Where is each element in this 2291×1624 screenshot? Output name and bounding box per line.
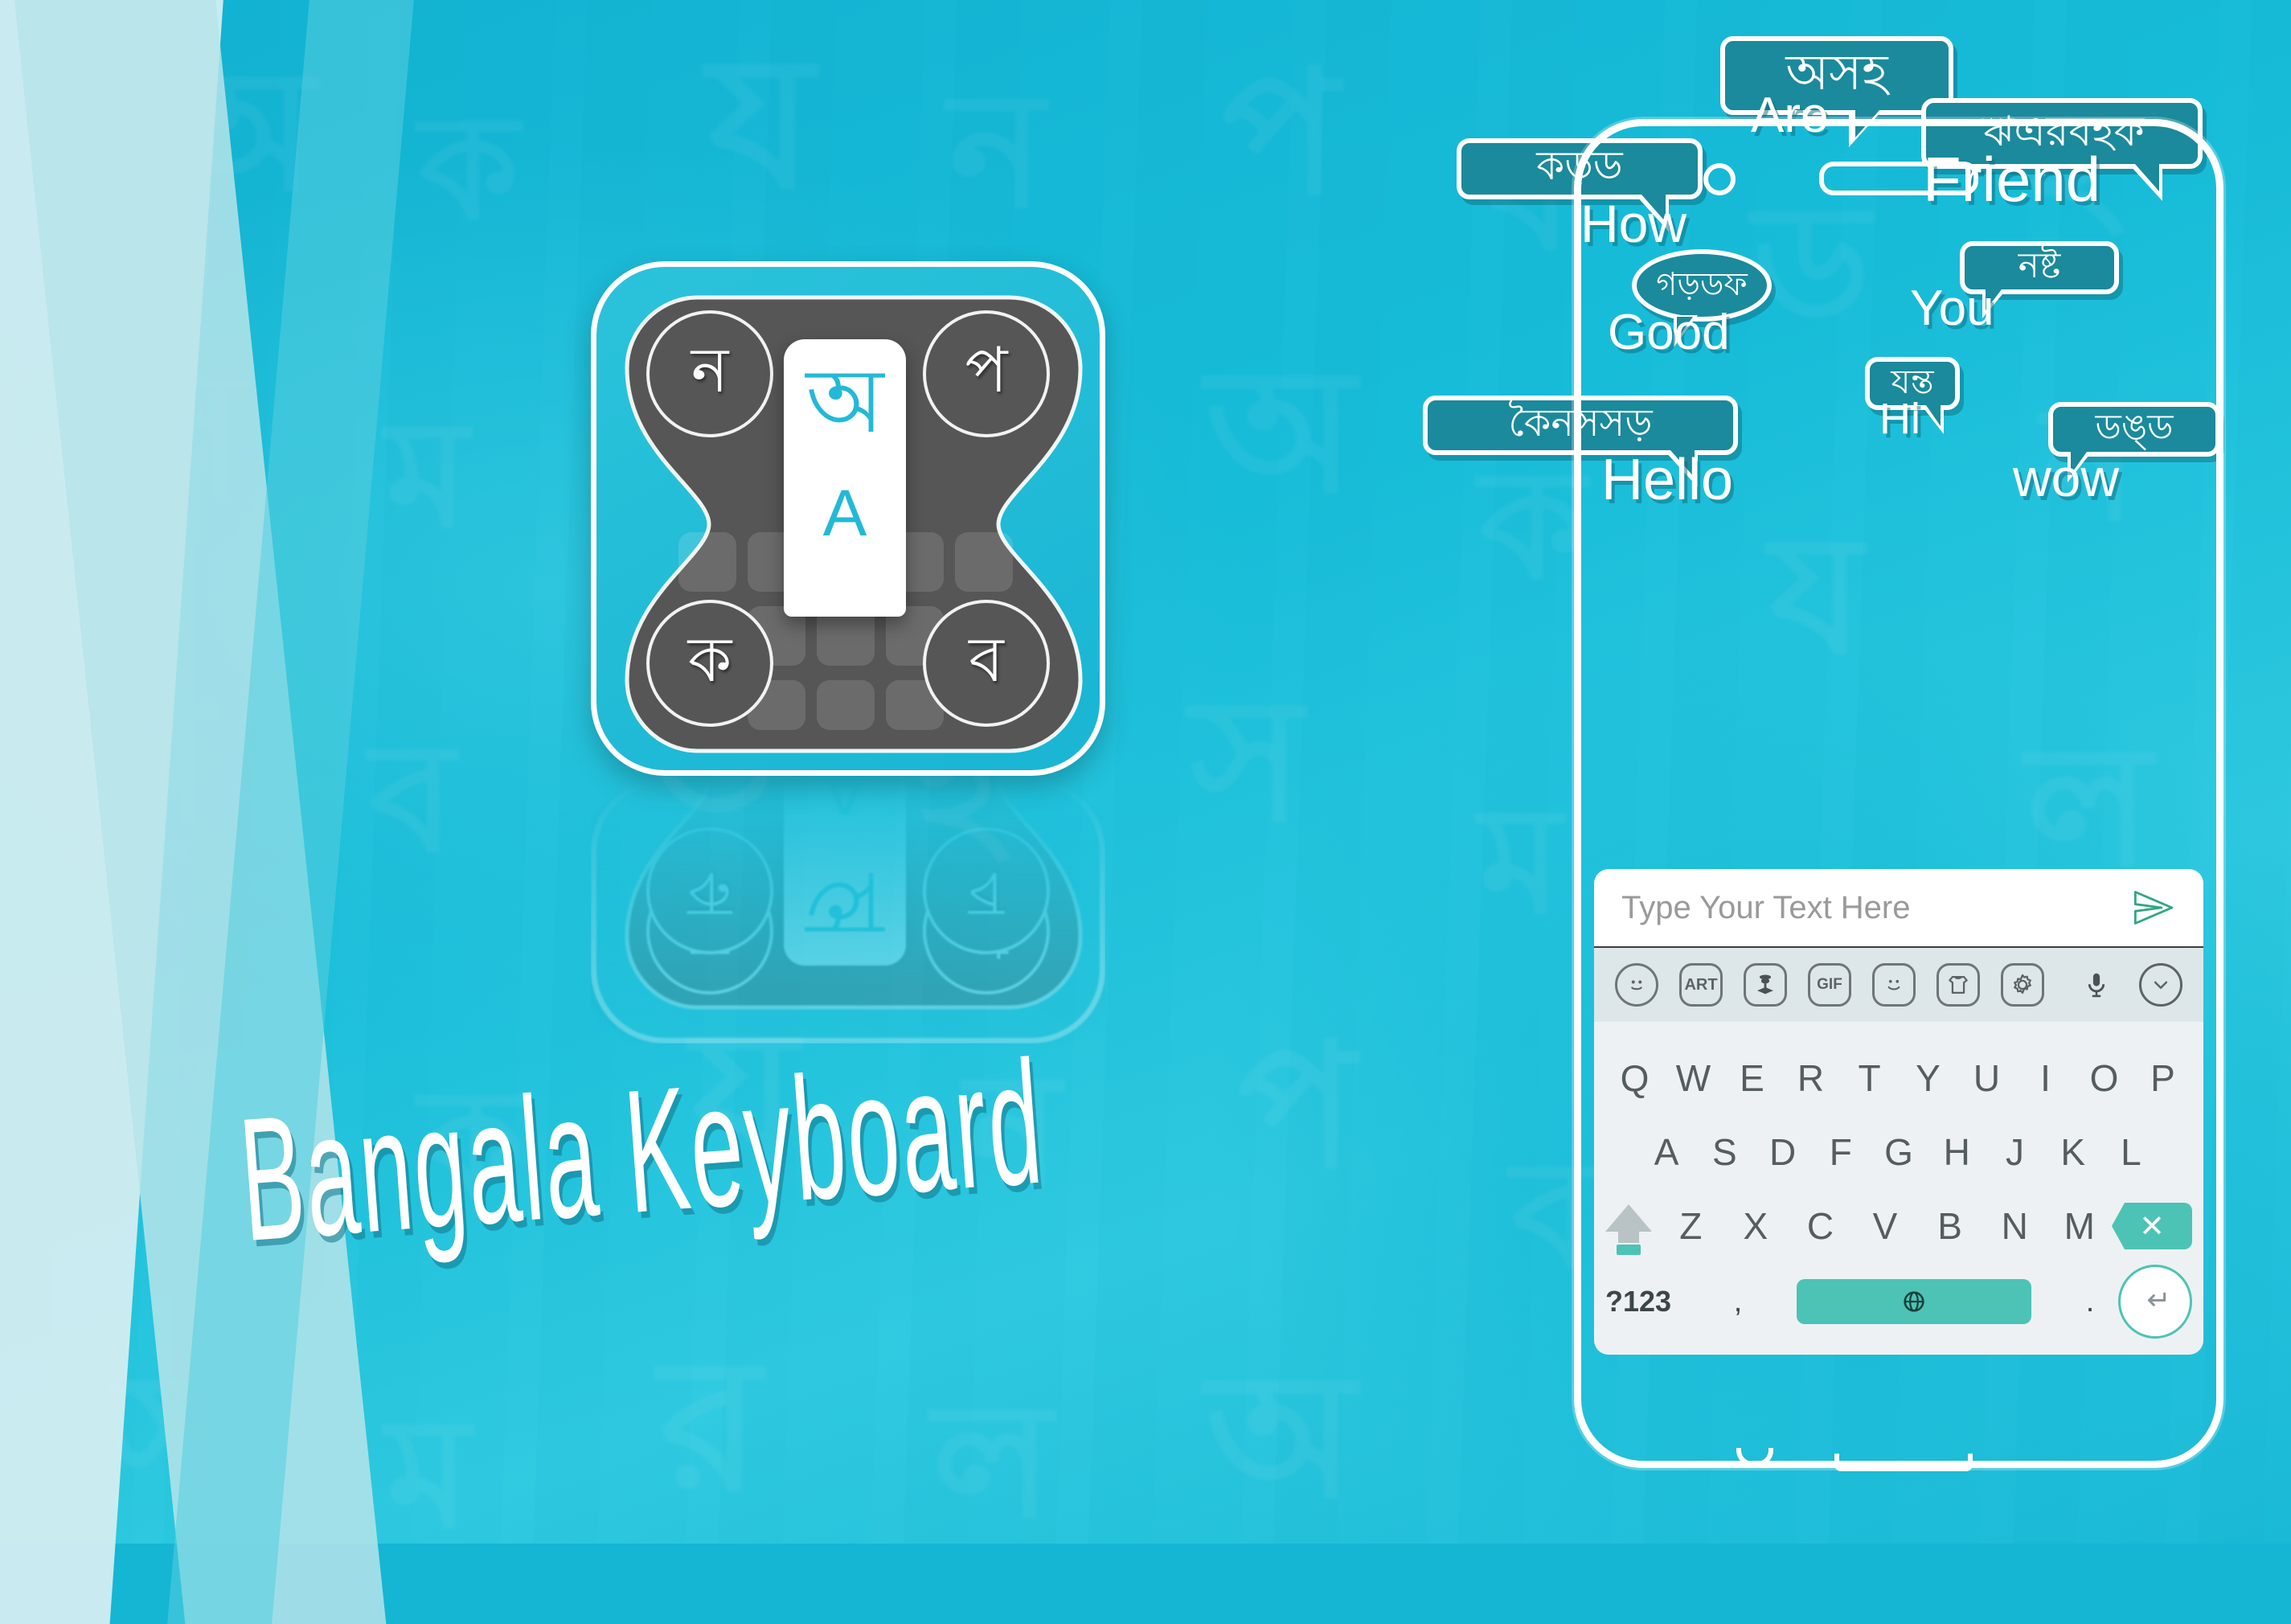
background-watermark-letter: য [707,22,814,227]
message-input-bar[interactable]: Type Your Text Here [1594,869,2203,948]
key-y[interactable]: Y [1899,1056,1957,1100]
period-key[interactable]: . [2062,1285,2118,1319]
theme-icon[interactable] [1936,963,1980,1007]
keyboard-toolbar: ART GIF [1594,948,2203,1022]
key-x[interactable]: X [1723,1204,1789,1248]
phone-home-bar [1736,1448,1973,1471]
icon-corner-bottom-left: ক [646,600,773,727]
settings-icon[interactable] [2001,963,2044,1007]
key-u[interactable]: U [1957,1056,2016,1100]
keyboard-row-2: ASDFGHJKL [1605,1115,2192,1189]
key-q[interactable]: Q [1605,1056,1664,1100]
key-v[interactable]: V [1853,1204,1918,1248]
backspace-label: ✕ [2139,1209,2165,1244]
key-m[interactable]: M [2047,1204,2112,1248]
key-w[interactable]: W [1664,1056,1723,1100]
message-input-placeholder[interactable]: Type Your Text Here [1621,890,2129,926]
icon-corner-top-left: ন [646,310,773,437]
phone-screen: Type Your Text Here ART GIF Q W E R T Y … [1594,869,2203,1432]
background-watermark-letter: ক [1479,442,1586,611]
background-watermark-letter: প [1222,39,1339,231]
background-watermark-letter: ব [370,716,455,884]
app-icon[interactable]: ন প ক ব অ A [591,261,1105,776]
key-c[interactable]: C [1788,1204,1853,1248]
background-watermark-letter: ক [418,88,519,248]
background-watermark-letter: অ [1206,1341,1356,1533]
numeric-switch-key[interactable]: ?123 [1605,1285,1710,1318]
key-k[interactable]: K [2044,1130,2102,1174]
key-t[interactable]: T [1840,1056,1899,1100]
enter-key[interactable] [2118,1265,2192,1339]
emoji-icon[interactable] [1615,963,1658,1007]
background-watermark-letter: ম [386,1391,471,1560]
key-f[interactable]: F [1812,1130,1870,1174]
shift-key[interactable] [1605,1204,1652,1255]
phone-front-camera [1703,163,1736,195]
key-b[interactable]: B [1917,1204,1982,1248]
key-i[interactable]: I [2016,1056,2075,1100]
globe-icon [1904,1291,1924,1312]
keyboard-row-4: ?123 , . [1605,1263,2192,1340]
background-watermark-letter: ন [949,64,1045,241]
art-icon[interactable]: ART [1679,963,1723,1007]
send-paper-plane-icon[interactable] [2129,887,2176,929]
background-watermark-letter: ম [1479,780,1562,945]
comma-key[interactable]: , [1710,1285,1766,1319]
gif-icon[interactable]: GIF [1808,963,1851,1007]
key-e[interactable]: E [1723,1056,1781,1100]
key-h[interactable]: H [1928,1130,1986,1174]
on-screen-keyboard: QWERTYUIOP ASDFGHJKL ZXCVBNM ✕ ?123 , . [1594,1022,2203,1355]
collapse-icon[interactable] [2139,963,2182,1007]
microphone-icon[interactable] [2075,963,2118,1007]
background-watermark-letter: অ [1206,336,1356,528]
key-g[interactable]: G [1870,1130,1928,1174]
smiley-icon[interactable] [1872,963,1916,1007]
key-o[interactable]: O [2075,1056,2133,1100]
phone-earpiece [1819,162,1978,195]
phone-mockup: Type Your Text Here ART GIF Q W E R T Y … [1574,119,2223,1471]
background-watermark-letter: ল [932,1374,1053,1552]
art-icon-label: ART [1684,975,1718,994]
icon-center-latin-glyph: A [822,477,867,550]
key-p[interactable]: P [2133,1056,2192,1100]
key-j[interactable]: J [1986,1130,2043,1174]
icon-center-key: অ A [784,339,906,617]
key-s[interactable]: S [1695,1130,1753,1174]
key-z[interactable]: Z [1658,1204,1723,1248]
background-watermark-letter: স [1190,666,1305,858]
key-r[interactable]: R [1781,1056,1840,1100]
key-l[interactable]: L [2102,1130,2160,1174]
background-watermark-letter: র [659,1324,761,1529]
phone-home-notch [1736,1448,1773,1466]
backspace-key[interactable]: ✕ [2112,1203,2192,1249]
key-n[interactable]: N [1982,1204,2047,1248]
keyboard-row-1: QWERTYUIOP [1605,1041,2192,1115]
key-d[interactable]: D [1753,1130,1811,1174]
icon-corner-bottom-right: ব [923,600,1050,727]
icon-center-bengali-glyph: অ [805,352,884,452]
sticker-icon[interactable] [1744,963,1787,1007]
space-key[interactable] [1797,1279,2031,1324]
icon-corner-top-right: প [923,310,1050,437]
key-a[interactable]: A [1637,1130,1695,1174]
keyboard-row-3: ZXCVBNM ✕ [1605,1189,2192,1263]
background-watermark-letter: ম [386,394,469,559]
gif-icon-label: GIF [1817,976,1842,993]
app-icon-card: ন প ক ব অ A [591,261,1105,776]
